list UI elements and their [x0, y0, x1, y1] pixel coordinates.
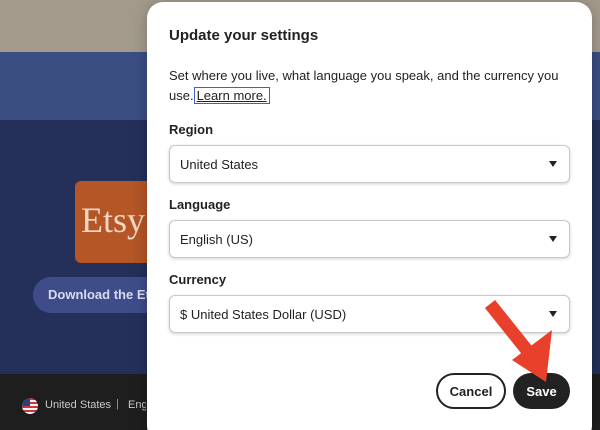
caret-down-icon [549, 311, 557, 317]
caret-down-icon [549, 236, 557, 242]
cancel-button[interactable]: Cancel [436, 373, 506, 409]
etsy-logo-text: Etsy [81, 200, 146, 240]
save-button[interactable]: Save [513, 373, 570, 409]
modal-description: Set where you live, what language you sp… [169, 66, 569, 106]
learn-more-link[interactable]: Learn more. [193, 87, 270, 104]
us-flag-icon [22, 398, 38, 414]
region-select[interactable]: United States [169, 145, 570, 183]
caret-down-icon [549, 161, 557, 167]
footer-separator: | [116, 398, 119, 410]
footer-language[interactable]: English [128, 399, 146, 411]
currency-select-value: $ United States Dollar (USD) [180, 307, 347, 322]
language-select[interactable]: English (US) [169, 220, 570, 258]
language-label: Language [169, 197, 231, 212]
settings-modal: Update your settings Set where you live,… [147, 2, 592, 430]
region-select-value: United States [180, 157, 259, 172]
currency-select[interactable]: $ United States Dollar (USD) [169, 295, 570, 333]
region-label: Region [169, 122, 214, 137]
currency-label: Currency [169, 272, 227, 287]
language-select-value: English (US) [180, 232, 253, 247]
modal-title: Update your settings [169, 27, 319, 44]
footer-region[interactable]: United States [45, 399, 111, 411]
